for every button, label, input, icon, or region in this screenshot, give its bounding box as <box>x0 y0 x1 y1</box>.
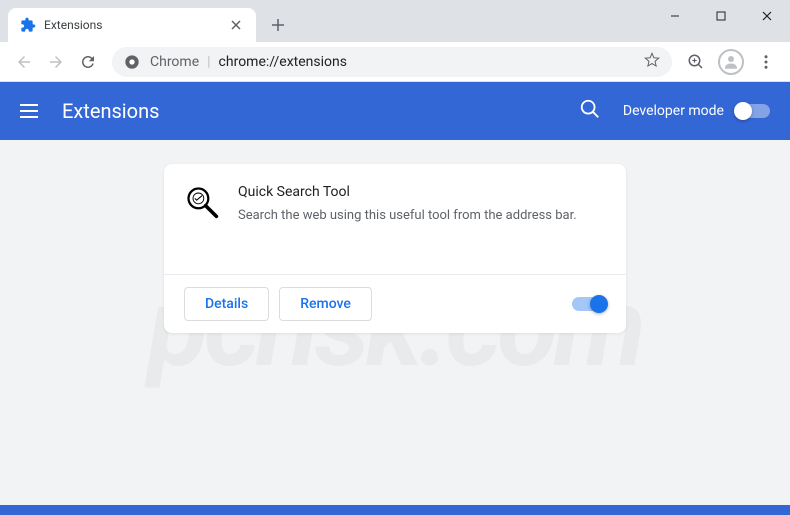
extension-name: Quick Search Tool <box>238 184 606 200</box>
extension-icon <box>184 184 220 220</box>
developer-mode-label: Developer mode <box>623 103 724 119</box>
new-tab-button[interactable] <box>264 11 292 39</box>
toggle-knob <box>590 295 608 313</box>
hamburger-menu-icon[interactable] <box>20 99 44 123</box>
zoom-icon[interactable] <box>680 46 712 78</box>
address-bar[interactable]: Chrome | chrome://extensions <box>112 47 672 77</box>
url-text: chrome://extensions <box>219 54 347 70</box>
developer-mode-toggle[interactable] <box>736 104 770 118</box>
profile-avatar[interactable] <box>718 49 744 75</box>
close-tab-button[interactable] <box>228 17 244 33</box>
remove-button[interactable]: Remove <box>279 287 372 321</box>
close-window-button[interactable] <box>744 0 790 32</box>
toggle-knob <box>734 102 752 120</box>
maximize-button[interactable] <box>698 0 744 32</box>
url-separator: | <box>207 54 210 70</box>
puzzle-icon <box>20 17 36 33</box>
minimize-button[interactable] <box>652 0 698 32</box>
search-icon[interactable] <box>579 98 601 124</box>
bookmark-star-icon[interactable] <box>644 52 660 72</box>
extension-card: Quick Search Tool Search the web using t… <box>164 164 626 333</box>
reload-button[interactable] <box>72 46 104 78</box>
back-button[interactable] <box>8 46 40 78</box>
extensions-header: Extensions Developer mode <box>0 82 790 140</box>
bottom-border <box>0 505 790 515</box>
extension-description: Search the web using this useful tool fr… <box>238 206 606 226</box>
extension-enable-toggle[interactable] <box>572 297 606 311</box>
tab-title: Extensions <box>44 18 228 32</box>
browser-toolbar: Chrome | chrome://extensions <box>0 42 790 82</box>
forward-button[interactable] <box>40 46 72 78</box>
browser-tab[interactable]: Extensions <box>8 8 256 42</box>
chrome-icon <box>124 54 140 70</box>
page-title: Extensions <box>62 99 579 123</box>
url-prefix: Chrome <box>150 54 199 70</box>
details-button[interactable]: Details <box>184 287 269 321</box>
content-area: pcrisk.com Quick Search Tool Search the … <box>0 140 790 515</box>
menu-button[interactable] <box>750 46 782 78</box>
